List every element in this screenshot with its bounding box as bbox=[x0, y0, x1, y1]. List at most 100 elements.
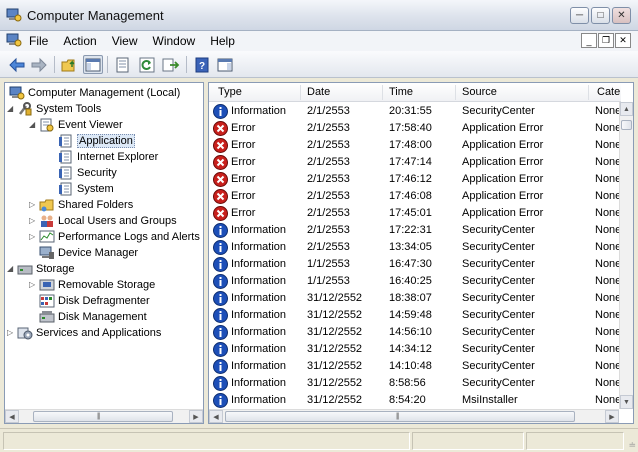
mdi-close-button[interactable]: ✕ bbox=[615, 33, 631, 48]
scroll-right-button[interactable]: ▶ bbox=[605, 410, 619, 423]
tree-item-application[interactable]: Application bbox=[58, 133, 135, 149]
mdi-restore-button[interactable]: ❐ bbox=[598, 33, 614, 48]
minimize-button[interactable]: ─ bbox=[570, 7, 589, 24]
table-row[interactable]: Information 31/12/2552 8:58:56 SecurityCent… bbox=[209, 375, 621, 392]
tree-item-label: Device Manager bbox=[58, 247, 139, 259]
table-row[interactable]: Error 2/1/2553 17:45:01 Application Error No… bbox=[209, 205, 621, 222]
tree-item-label: Disk Defragmenter bbox=[58, 295, 150, 307]
table-row[interactable]: Error 2/1/2553 17:58:40 Application Error No… bbox=[209, 120, 621, 137]
expand-icon[interactable]: ▷ bbox=[29, 216, 35, 225]
forward-button[interactable] bbox=[29, 55, 49, 74]
collapse-icon[interactable]: ◢ bbox=[7, 264, 13, 273]
tree-item-local-users-and-groups[interactable]: Local Users and Groups bbox=[39, 213, 177, 229]
scroll-thumb[interactable]: ||| bbox=[225, 411, 575, 422]
table-row[interactable]: Information 2/1/2553 20:31:55 SecurityCente… bbox=[209, 103, 621, 120]
cell-date: 31/12/2552 bbox=[307, 309, 363, 321]
table-row[interactable]: Information 31/12/2552 14:34:12 SecurityCen… bbox=[209, 341, 621, 358]
list-vertical-scrollbar[interactable]: ▲ ▼ bbox=[619, 102, 633, 409]
tree-item-system-tools[interactable]: System Tools bbox=[17, 101, 101, 117]
menu-window[interactable]: Window bbox=[153, 34, 203, 48]
column-header-category[interactable]: Cate bbox=[597, 86, 620, 98]
back-icon bbox=[9, 57, 25, 72]
close-button[interactable]: ✕ bbox=[612, 7, 631, 24]
export-list-button[interactable] bbox=[161, 55, 181, 74]
table-row[interactable]: Information 31/12/2552 14:56:10 SecurityCen… bbox=[209, 324, 621, 341]
scroll-left-button[interactable]: ◀ bbox=[209, 410, 223, 423]
table-row[interactable]: Information 2/1/2553 17:22:31 SecurityCente… bbox=[209, 222, 621, 239]
document-window-icon[interactable] bbox=[6, 33, 22, 47]
cell-source: SecurityCenter bbox=[462, 309, 535, 321]
cell-category: None bbox=[595, 292, 622, 304]
menu-action[interactable]: Action bbox=[63, 34, 103, 48]
scroll-down-button[interactable]: ▼ bbox=[620, 395, 633, 409]
tree-item-security[interactable]: Security bbox=[58, 165, 117, 181]
scroll-left-button[interactable]: ◀ bbox=[5, 410, 19, 423]
show-hide-tree-button[interactable] bbox=[83, 55, 103, 74]
table-row[interactable]: Error 2/1/2553 17:47:14 Application Error No… bbox=[209, 154, 621, 171]
expand-icon[interactable]: ▷ bbox=[7, 328, 13, 337]
properties-button[interactable] bbox=[113, 55, 133, 74]
collapse-icon[interactable]: ◢ bbox=[7, 104, 13, 113]
scroll-thumb[interactable]: ||| bbox=[33, 411, 173, 422]
tree-item-disk-defragmenter[interactable]: Disk Defragmenter bbox=[39, 293, 150, 309]
cell-category: None bbox=[595, 326, 622, 338]
tree-item-system[interactable]: System bbox=[58, 181, 114, 197]
cell-type: Error bbox=[231, 190, 256, 202]
menu-help[interactable]: Help bbox=[210, 34, 242, 48]
tree-horizontal-scrollbar[interactable]: ◀ ||| ▶ bbox=[5, 409, 203, 423]
scroll-thumb[interactable] bbox=[621, 120, 632, 130]
table-row[interactable]: Error 2/1/2553 17:46:08 Application Error No… bbox=[209, 188, 621, 205]
scroll-right-button[interactable]: ▶ bbox=[189, 410, 203, 423]
table-row[interactable]: Information 1/1/2553 16:40:25 SecurityCente… bbox=[209, 273, 621, 290]
expand-icon[interactable]: ▷ bbox=[29, 200, 35, 209]
resize-grip-icon[interactable]: ≐ bbox=[628, 440, 636, 451]
cell-type: Error bbox=[231, 173, 256, 185]
back-button[interactable] bbox=[7, 55, 27, 74]
tree-item-removable-storage[interactable]: Removable Storage bbox=[39, 277, 155, 293]
tree-item-device-manager[interactable]: Device Manager bbox=[39, 245, 138, 261]
collapse-icon[interactable]: ◢ bbox=[29, 120, 35, 129]
refresh-button[interactable] bbox=[137, 55, 157, 74]
maximize-button[interactable]: □ bbox=[591, 7, 610, 24]
up-folder-button[interactable] bbox=[60, 55, 80, 74]
table-row[interactable]: Information 1/1/2553 16:47:30 SecurityCente… bbox=[209, 256, 621, 273]
cell-category: None bbox=[595, 173, 622, 185]
event-list[interactable]: Type Date Time Source Cate Information 2/… bbox=[208, 82, 634, 424]
cell-type: Information bbox=[231, 241, 287, 253]
column-header-type[interactable]: Type bbox=[218, 86, 242, 98]
show-hide-action-pane-button[interactable] bbox=[215, 55, 235, 74]
tree-item-label: Event Viewer bbox=[58, 119, 123, 131]
cell-category: None bbox=[595, 258, 622, 270]
table-row[interactable]: Error 2/1/2553 17:46:12 Application Error No… bbox=[209, 171, 621, 188]
tree-item-event-viewer[interactable]: Event Viewer bbox=[39, 117, 123, 133]
table-row[interactable]: Information 31/12/2552 14:10:48 SecurityCen… bbox=[209, 358, 621, 375]
expand-icon[interactable]: ▷ bbox=[29, 280, 35, 289]
tree-item-computer-management-local[interactable]: Computer Management (Local) bbox=[9, 85, 180, 101]
scroll-up-button[interactable]: ▲ bbox=[620, 102, 633, 116]
tree-item-performance-logs-and-alerts[interactable]: Performance Logs and Alerts bbox=[39, 229, 200, 245]
menu-file[interactable]: File bbox=[29, 34, 55, 48]
tree-item-services-and-applications[interactable]: Services and Applications bbox=[17, 325, 161, 341]
column-header-date[interactable]: Date bbox=[307, 86, 330, 98]
tree-item-disk-management[interactable]: Disk Management bbox=[39, 309, 147, 325]
console-tree[interactable]: Computer Management (Local) System Tools ◢… bbox=[4, 82, 204, 424]
table-row[interactable]: Information 31/12/2552 14:59:48 SecurityCen… bbox=[209, 307, 621, 324]
list-horizontal-scrollbar[interactable]: ◀ ||| ▶ bbox=[209, 409, 619, 423]
help-button[interactable]: ? bbox=[192, 55, 212, 74]
tree-item-label: System bbox=[77, 183, 114, 195]
menu-view[interactable]: View bbox=[112, 34, 145, 48]
cell-time: 17:48:00 bbox=[389, 139, 432, 151]
mdi-minimize-button[interactable]: _ bbox=[581, 33, 597, 48]
cell-time: 17:45:01 bbox=[389, 207, 432, 219]
table-row[interactable]: Information 2/1/2553 13:34:05 SecurityCente… bbox=[209, 239, 621, 256]
column-header-source[interactable]: Source bbox=[462, 86, 497, 98]
tree-item-internet-explorer[interactable]: Internet Explorer bbox=[58, 149, 158, 165]
column-header-time[interactable]: Time bbox=[389, 86, 413, 98]
tree-item-storage[interactable]: Storage bbox=[17, 261, 75, 277]
log-icon bbox=[58, 166, 74, 180]
table-row[interactable]: Information 31/12/2552 8:54:20 MsiInstaller… bbox=[209, 392, 621, 409]
table-row[interactable]: Information 31/12/2552 18:38:07 SecurityCen… bbox=[209, 290, 621, 307]
tree-item-shared-folders[interactable]: Shared Folders bbox=[39, 197, 133, 213]
expand-icon[interactable]: ▷ bbox=[29, 232, 35, 241]
table-row[interactable]: Error 2/1/2553 17:48:00 Application Error No… bbox=[209, 137, 621, 154]
